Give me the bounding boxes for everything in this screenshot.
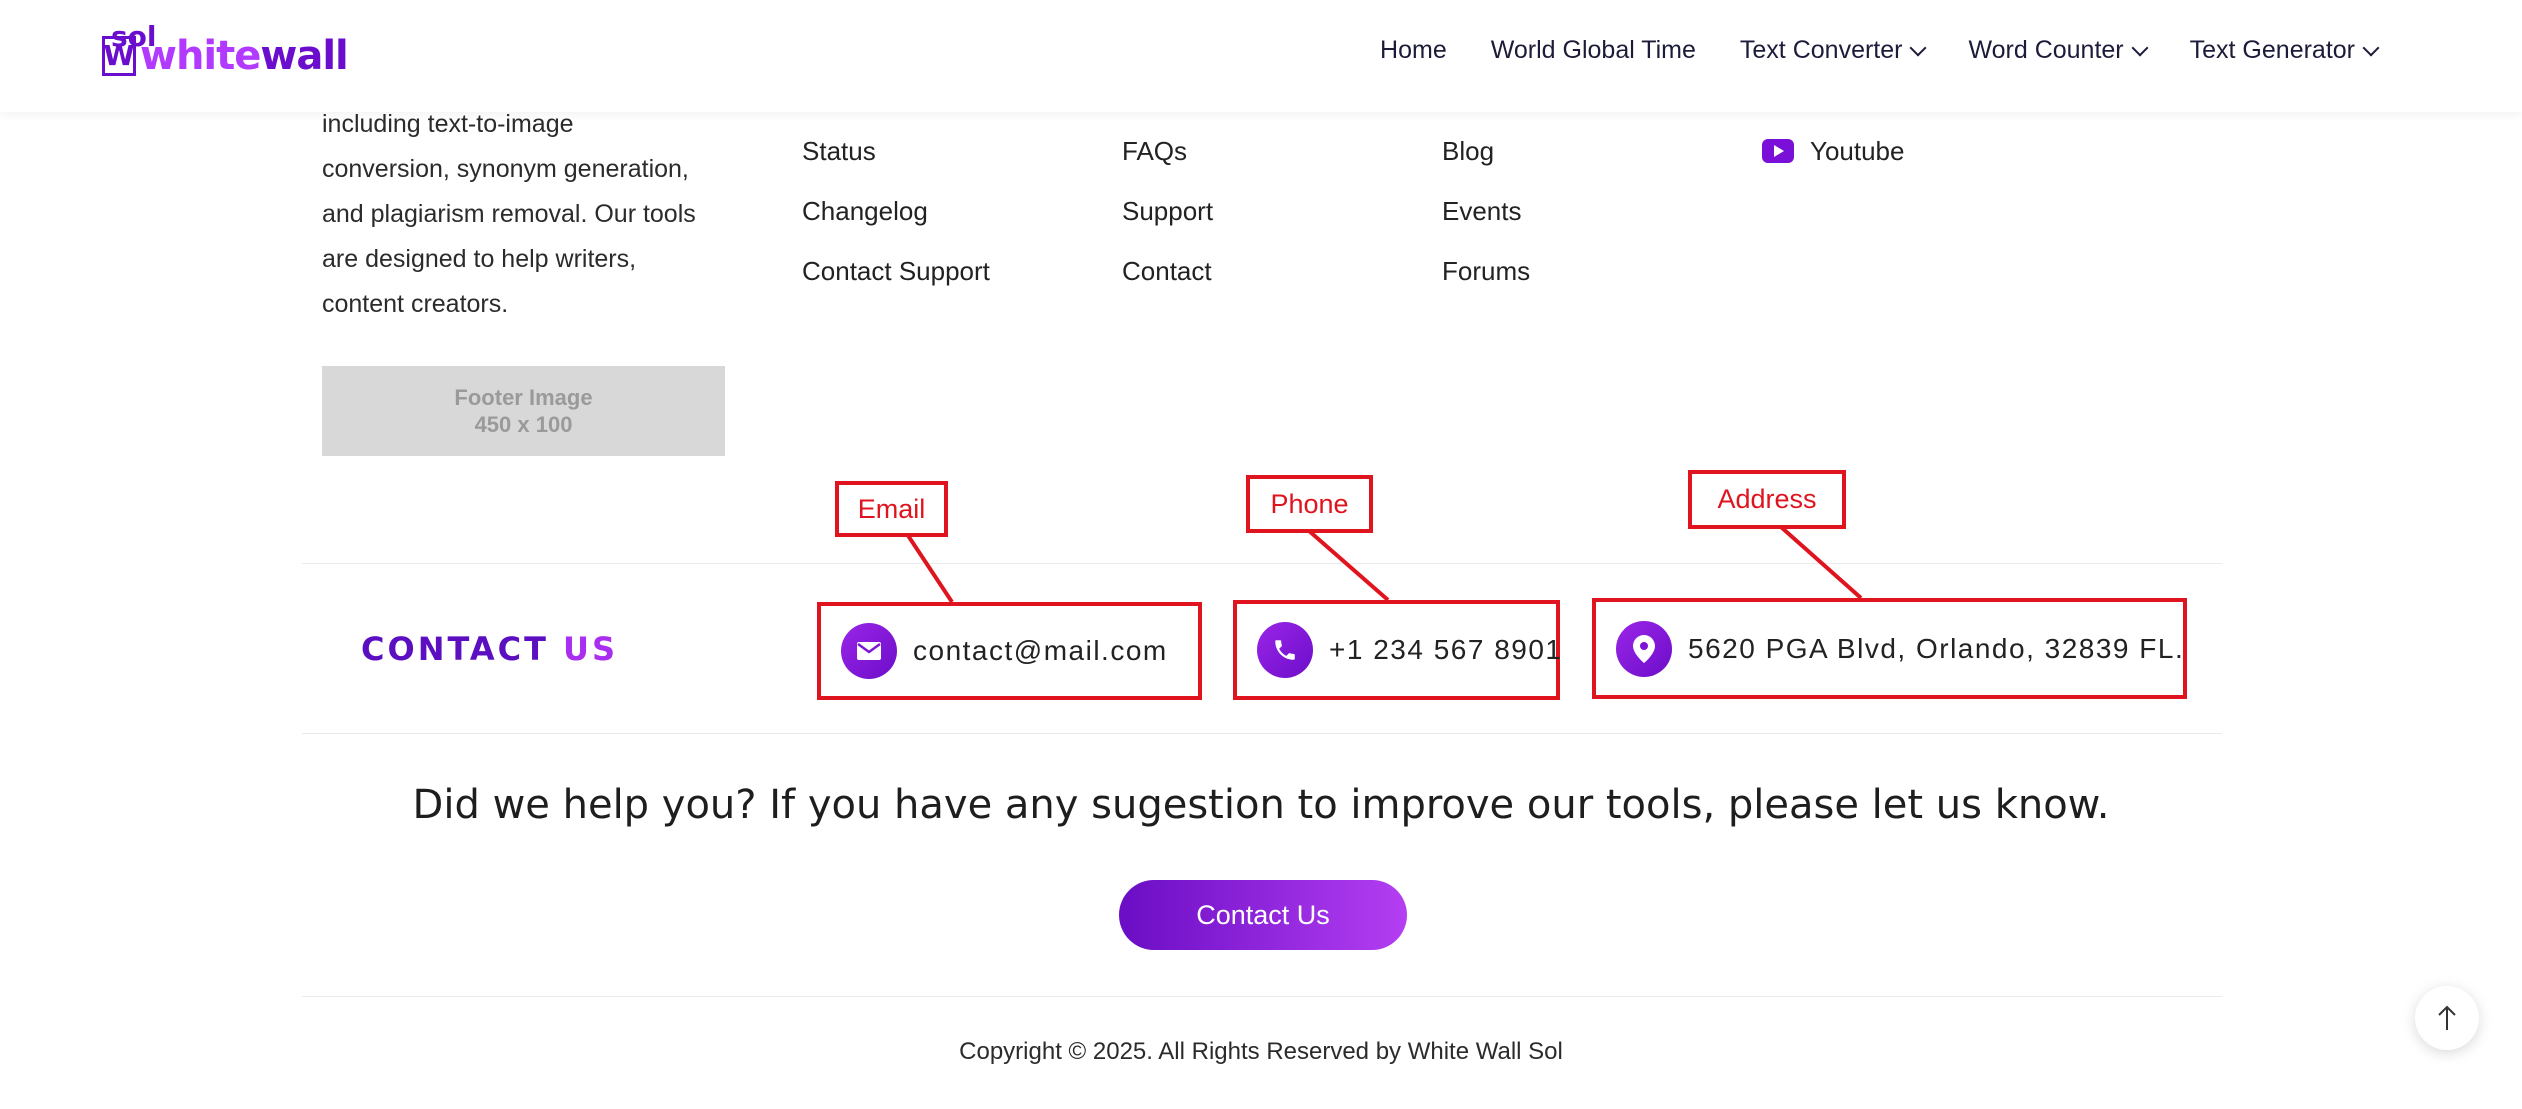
footer-link-blog[interactable]: Blog: [1442, 136, 1530, 166]
nav-text-generator-label: Text Generator: [2189, 36, 2355, 64]
site-logo[interactable]: sol W whitewall: [102, 23, 349, 79]
nav-world-global-time[interactable]: World Global Time: [1491, 36, 1696, 65]
annotation-phone: Phone: [1246, 475, 1373, 533]
nav-home-label: Home: [1380, 36, 1447, 64]
footer-link-support[interactable]: Support: [1122, 196, 1213, 226]
location-pin-icon: [1616, 620, 1672, 677]
nav-text-generator[interactable]: Text Generator: [2189, 36, 2380, 65]
nav-text-converter[interactable]: Text Converter: [1739, 36, 1927, 65]
footer-about-text: including text-to-image conversion, syno…: [322, 102, 742, 327]
nav-word-counter-label: Word Counter: [1968, 36, 2124, 64]
site-header: sol W whitewall Home World Global Time T…: [0, 0, 2522, 112]
contact-email[interactable]: contact@mail.com: [817, 602, 1202, 700]
main-nav: Home World Global Time Text Converter Wo…: [1380, 36, 2380, 65]
logo-white: white: [140, 33, 261, 79]
about-line: are designed to help writers,: [322, 245, 637, 273]
contact-phone[interactable]: +1 234 567 8901: [1233, 600, 1563, 700]
logo-sol-text: sol: [111, 20, 157, 53]
logo-mark: sol W: [102, 23, 157, 76]
footer-link-contact-support[interactable]: Contact Support: [802, 256, 990, 286]
youtube-icon: [1762, 139, 1794, 163]
contact-phone-text: +1 234 567 8901: [1329, 634, 1563, 665]
copyright-text: Copyright © 2025. All Rights Reserved by…: [959, 1038, 1563, 1065]
cta-message: Did we help you? If you have any sugesti…: [412, 782, 2110, 828]
chevron-down-icon: [2362, 39, 2380, 56]
about-line: conversion, synonym generation,: [322, 155, 689, 183]
footer-link-events[interactable]: Events: [1442, 196, 1530, 226]
footer-link-changelog[interactable]: Changelog: [802, 196, 990, 226]
divider: [302, 563, 2222, 564]
contact-address-text: 5620 PGA Blvd, Orlando, 32839 FL.: [1688, 632, 2185, 664]
chevron-down-icon: [1909, 39, 1927, 56]
logo-wall: wall: [260, 33, 348, 79]
about-line: content creators.: [322, 290, 509, 318]
contact-us-button[interactable]: Contact Us: [1119, 880, 1407, 950]
annotation-email: Email: [835, 481, 948, 537]
footer-column-3: Blog Events Forums: [1442, 136, 1530, 316]
nav-world-global-time-label: World Global Time: [1490, 36, 1696, 64]
footer-image-placeholder: Footer Image 450 x 100: [322, 366, 725, 456]
phone-icon: [1257, 622, 1313, 678]
footer-column-1: Status Changelog Contact Support: [802, 136, 990, 316]
divider: [302, 733, 2222, 734]
nav-text-converter-label: Text Converter: [1739, 36, 1903, 64]
footer-image-label: Footer Image: [454, 385, 593, 410]
annotation-address: Address: [1688, 470, 1846, 529]
arrow-up-icon: [2438, 1005, 2456, 1030]
envelope-icon: [841, 623, 897, 679]
nav-home[interactable]: Home: [1380, 36, 1447, 65]
footer-link-status[interactable]: Status: [802, 136, 990, 166]
footer-link-contact[interactable]: Contact: [1122, 256, 1213, 286]
footer-image-size: 450 x 100: [474, 412, 573, 437]
chevron-down-icon: [2131, 39, 2149, 56]
footer-link-faqs[interactable]: FAQs: [1122, 136, 1213, 166]
footer-column-2: FAQs Support Contact: [1122, 136, 1213, 316]
divider: [302, 996, 2222, 997]
about-line: and plagiarism removal. Our tools: [322, 200, 696, 228]
contact-us-title: CONTACT US: [361, 630, 618, 668]
logo-wordmark: whitewall: [140, 33, 349, 79]
contact-address[interactable]: 5620 PGA Blvd, Orlando, 32839 FL.: [1592, 598, 2187, 699]
footer-column-social: Youtube: [1762, 136, 1904, 196]
contact-email-text: contact@mail.com: [913, 635, 1168, 666]
contact-title-part1: CONTACT: [361, 630, 549, 668]
scroll-to-top-button[interactable]: [2415, 986, 2479, 1050]
footer-link-forums[interactable]: Forums: [1442, 256, 1530, 286]
contact-title-part2: US: [563, 630, 619, 668]
footer-link-youtube[interactable]: Youtube: [1762, 136, 1904, 166]
youtube-label: Youtube: [1810, 136, 1905, 166]
nav-word-counter[interactable]: Word Counter: [1968, 36, 2149, 65]
